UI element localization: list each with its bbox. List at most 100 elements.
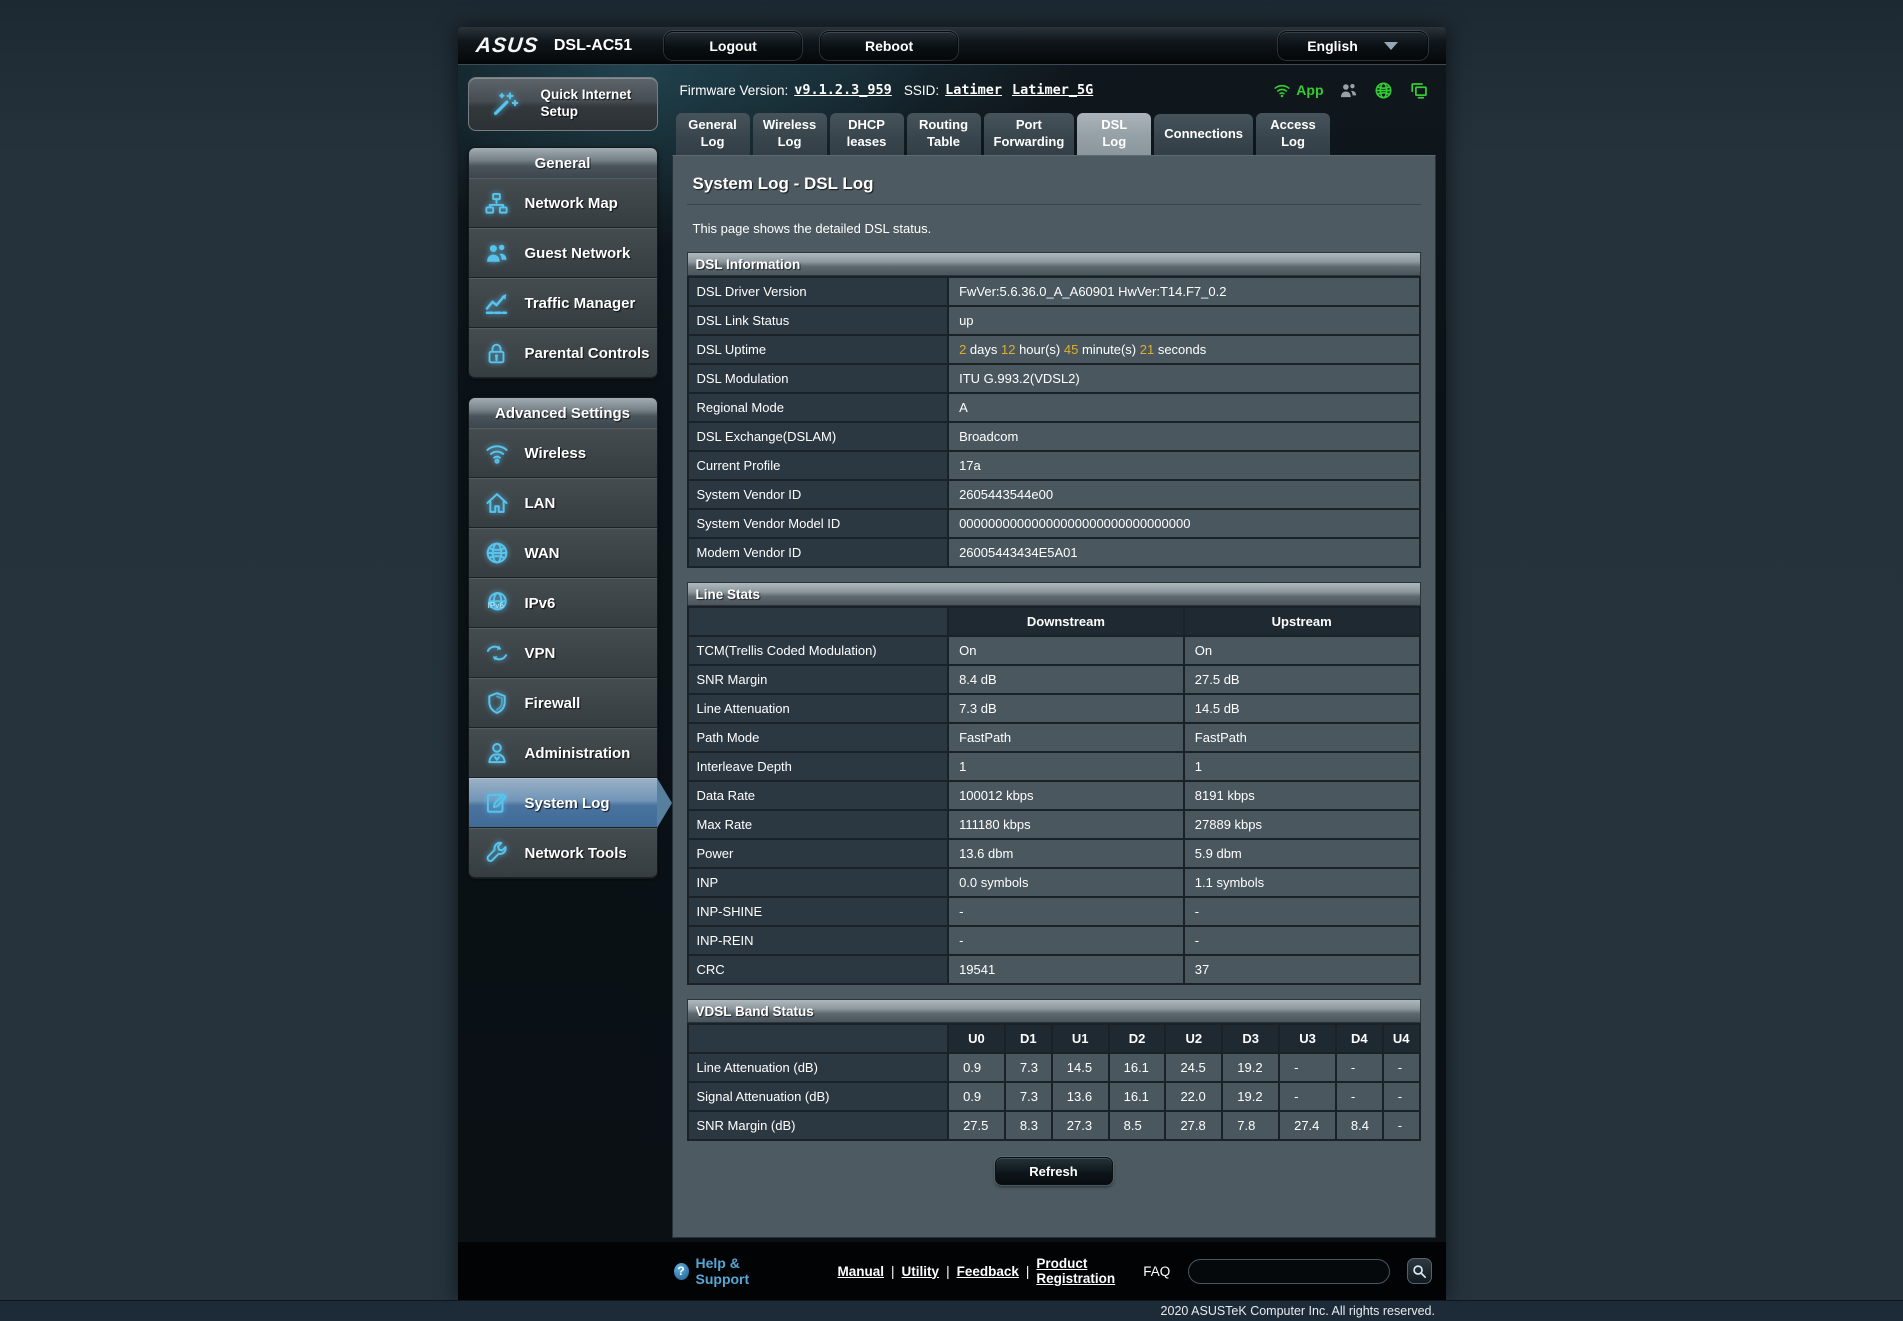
sidebar-item-administration[interactable]: Administration: [469, 728, 657, 778]
tab-port-forwarding[interactable]: Port Forwarding: [984, 113, 1075, 155]
sidebar-item-parental-controls[interactable]: Parental Controls: [469, 328, 657, 378]
tab-routing-table[interactable]: Routing Table: [907, 113, 981, 155]
sidebar-item-label: IPv6: [525, 595, 556, 612]
copyright-bar: 2020 ASUSTeK Computer Inc. All rights re…: [0, 1300, 1903, 1321]
quick-internet-setup-label: Quick Internet Setup: [541, 87, 632, 121]
sidebar-item-label: Firewall: [525, 695, 581, 712]
row-value: ITU G.993.2(VDSL2): [948, 364, 1419, 393]
band-value: 22.0: [1165, 1082, 1222, 1111]
row-value: 8191 kbps: [1184, 781, 1420, 810]
logout-button[interactable]: Logout: [664, 31, 802, 60]
help-support-link[interactable]: ? Help & Support: [674, 1255, 786, 1287]
tab-dsl-log[interactable]: DSL Log: [1077, 113, 1151, 155]
row-value: up: [948, 306, 1419, 335]
refresh-button[interactable]: Refresh: [995, 1157, 1113, 1185]
help-support-label: Help & Support: [696, 1255, 786, 1287]
ssid-primary-link[interactable]: Latimer: [945, 82, 1002, 98]
manual-link[interactable]: Manual: [838, 1264, 885, 1279]
sidebar-item-label: Network Tools: [525, 845, 627, 862]
table-row: Regional ModeA: [688, 393, 1420, 422]
clients-icon[interactable]: [1338, 80, 1359, 101]
band-value: -: [1336, 1053, 1383, 1082]
row-value: On: [948, 636, 1184, 665]
panel-body: Quick Internet Setup General: [468, 65, 1436, 1238]
chevron-down-icon: [1384, 42, 1398, 50]
table-row: DSL Driver VersionFwVer:5.6.36.0_A_A6090…: [688, 277, 1420, 306]
row-label: Line Attenuation (dB): [688, 1053, 949, 1082]
row-value: 1: [948, 752, 1184, 781]
sidebar-item-wan[interactable]: WAN: [469, 528, 657, 578]
svg-text:IPv6: IPv6: [487, 601, 504, 610]
row-value: FastPath: [948, 723, 1184, 752]
line-stats-table: DownstreamUpstreamTCM(Trellis Coded Modu…: [687, 606, 1421, 985]
search-button[interactable]: [1407, 1258, 1431, 1284]
sidebar-item-ipv6[interactable]: IPv6 IPv6: [469, 578, 657, 628]
tab-connections[interactable]: Connections: [1154, 114, 1253, 155]
app-label: App: [1296, 82, 1323, 98]
column-header: U4: [1383, 1024, 1420, 1053]
sidebar-item-lan[interactable]: LAN: [469, 478, 657, 528]
screen-mirror-icon[interactable]: [1408, 79, 1430, 101]
column-header: U0: [948, 1024, 1005, 1053]
table-row: Modem Vendor ID26005443434E5A01: [688, 538, 1420, 567]
tab-general-log[interactable]: General Log: [676, 113, 750, 155]
firmware-version-link[interactable]: v9.1.2.3_959: [794, 82, 892, 98]
sidebar-item-label: WAN: [525, 545, 560, 562]
row-value: 00000000000000000000000000000000: [948, 509, 1419, 538]
sidebar-item-network-map[interactable]: Network Map: [469, 178, 657, 228]
column-header: U3: [1279, 1024, 1336, 1053]
row-label: DSL Link Status: [688, 306, 949, 335]
language-select[interactable]: English: [1278, 31, 1428, 60]
row-value: 14.5 dB: [1184, 694, 1420, 723]
row-label: DSL Uptime: [688, 335, 949, 364]
wifi-icon: [469, 439, 525, 467]
row-value: 19541: [948, 955, 1184, 984]
row-label: Modem Vendor ID: [688, 538, 949, 567]
row-value: FwVer:5.6.36.0_A_A60901 HwVer:T14.F7_0.2: [948, 277, 1419, 306]
content-area: System Log - DSL Log This page shows the…: [672, 155, 1436, 1238]
page: ASUS DSL-AC51 Logout Reboot English: [0, 0, 1903, 1300]
nav-section-title: Advanced Settings: [469, 398, 657, 428]
sidebar-item-network-tools[interactable]: Network Tools: [469, 828, 657, 878]
search-icon: [1411, 1263, 1428, 1280]
band-value: 8.5: [1109, 1111, 1166, 1140]
column-header: D3: [1222, 1024, 1279, 1053]
sidebar-item-firewall[interactable]: Firewall: [469, 678, 657, 728]
table-row: Power13.6 dbm5.9 dbm: [688, 839, 1420, 868]
row-value: 2 days 12 hour(s) 45 minute(s) 21 second…: [948, 335, 1419, 364]
row-label: Path Mode: [688, 723, 949, 752]
sidebar-item-label: VPN: [525, 645, 556, 662]
faq-search-input[interactable]: [1188, 1259, 1390, 1284]
table-row: Current Profile17a: [688, 451, 1420, 480]
sidebar-item-guest-network[interactable]: Guest Network: [469, 228, 657, 278]
internet-globe-icon[interactable]: [1373, 80, 1394, 101]
quick-internet-setup-button[interactable]: Quick Internet Setup: [468, 77, 658, 131]
nav-section-title: General: [469, 148, 657, 178]
row-label: System Vendor Model ID: [688, 509, 949, 538]
utility-link[interactable]: Utility: [902, 1264, 940, 1279]
sidebar-item-wireless[interactable]: Wireless: [469, 428, 657, 478]
product-registration-link[interactable]: Product Registration: [1036, 1256, 1133, 1286]
row-value: 27.5 dB: [1184, 665, 1420, 694]
feedback-link[interactable]: Feedback: [957, 1264, 1019, 1279]
row-value: 2605443544e00: [948, 480, 1419, 509]
app-button[interactable]: App: [1272, 80, 1323, 100]
table-row: System Vendor Model ID000000000000000000…: [688, 509, 1420, 538]
sidebar-item-system-log[interactable]: System Log: [469, 778, 657, 828]
row-value: -: [1184, 897, 1420, 926]
row-value: 0.0 symbols: [948, 868, 1184, 897]
magic-wand-icon: [477, 89, 533, 119]
sidebar-item-vpn[interactable]: VPN: [469, 628, 657, 678]
band-value: 27.5: [948, 1111, 1005, 1140]
tab-access-log[interactable]: Access Log: [1256, 113, 1330, 155]
tab-wireless-log[interactable]: Wireless Log: [753, 113, 827, 155]
row-value: 8.4 dB: [948, 665, 1184, 694]
sidebar-item-traffic-manager[interactable]: Traffic Manager: [469, 278, 657, 328]
log-pencil-icon: [469, 789, 525, 817]
sidebar-item-label: Administration: [525, 745, 631, 762]
band-value: 7.8: [1222, 1111, 1279, 1140]
ssid-secondary-link[interactable]: Latimer_5G: [1012, 82, 1093, 98]
tab-dhcp-leases[interactable]: DHCP leases: [830, 113, 904, 155]
row-value: 26005443434E5A01: [948, 538, 1419, 567]
reboot-button[interactable]: Reboot: [820, 31, 958, 60]
